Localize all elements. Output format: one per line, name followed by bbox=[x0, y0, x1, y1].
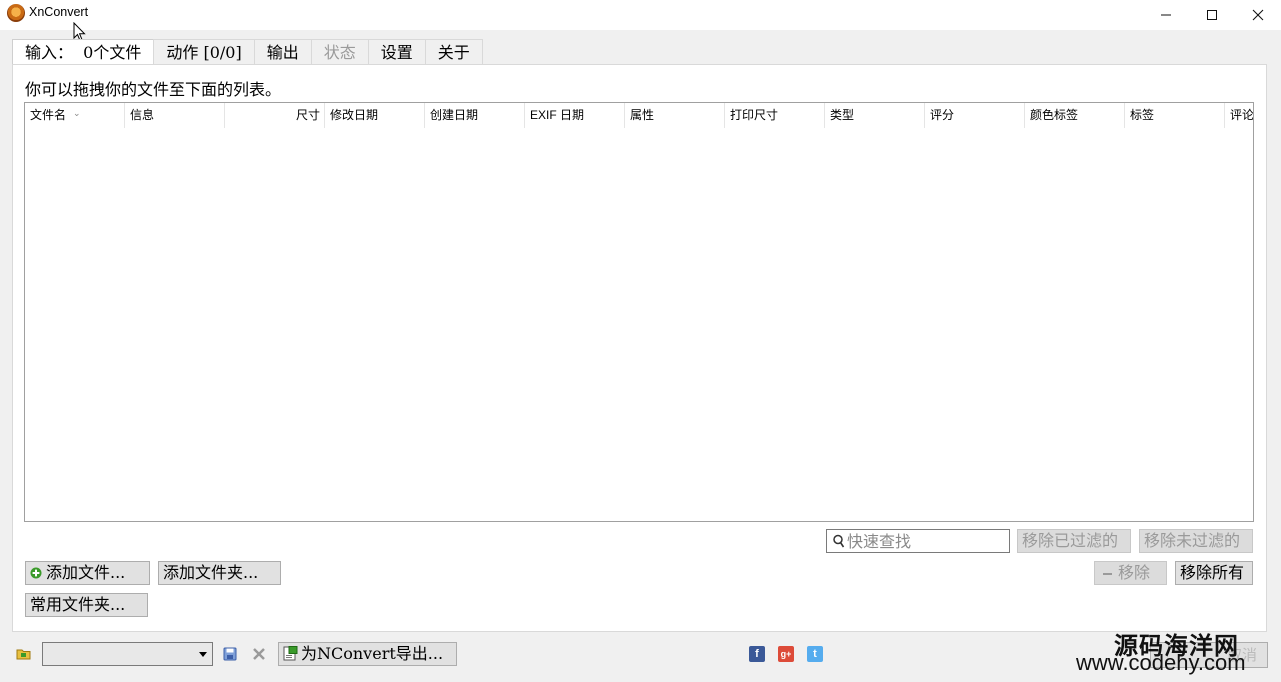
column-header-attributes[interactable]: 属性 bbox=[625, 103, 725, 128]
column-header-info[interactable]: 信息 bbox=[125, 103, 225, 128]
column-header-type[interactable]: 类型 bbox=[825, 103, 925, 128]
title-bar: XnConvert bbox=[0, 0, 1281, 30]
close-icon bbox=[1252, 9, 1264, 21]
export-script-icon bbox=[283, 646, 298, 661]
plus-icon bbox=[30, 567, 42, 579]
google-plus-icon[interactable]: g+ bbox=[778, 646, 794, 662]
column-label: 文件名 bbox=[30, 108, 67, 122]
facebook-icon[interactable]: f bbox=[749, 646, 765, 662]
add-files-label: 添加文件... bbox=[46, 563, 126, 582]
close-button[interactable] bbox=[1235, 0, 1281, 30]
column-header-size[interactable]: 尺寸 bbox=[225, 103, 325, 128]
quick-search-input[interactable] bbox=[847, 531, 1007, 551]
quick-search-field[interactable] bbox=[826, 529, 1010, 553]
tab-output[interactable]: 输出 bbox=[253, 39, 312, 65]
delete-icon[interactable] bbox=[251, 646, 267, 662]
window-title: XnConvert bbox=[29, 5, 89, 19]
remove-button[interactable]: 移除 bbox=[1094, 561, 1167, 585]
favorite-folders-button[interactable]: 常用文件夹... bbox=[25, 593, 148, 617]
column-header-modified-date[interactable]: 修改日期 bbox=[325, 103, 425, 128]
column-header-exif-date[interactable]: EXIF 日期 bbox=[525, 103, 625, 128]
xnconvert-logo-icon bbox=[7, 4, 25, 22]
minimize-icon bbox=[1161, 14, 1171, 16]
file-list[interactable]: 文件名 ⌄ 信息 尺寸 修改日期 创建日期 EXIF 日期 属性 打印尺寸 类型… bbox=[24, 102, 1254, 522]
preset-select[interactable] bbox=[42, 642, 213, 666]
tab-about[interactable]: 关于 bbox=[424, 39, 483, 65]
column-header-tags[interactable]: 标签 bbox=[1125, 103, 1225, 128]
search-icon bbox=[833, 534, 845, 548]
remove-filtered-button[interactable]: 移除已过滤的 bbox=[1017, 529, 1131, 553]
save-icon[interactable] bbox=[222, 646, 238, 662]
tab-actions[interactable]: 动作 [0/0] bbox=[153, 39, 255, 65]
export-nconvert-label: 为NConvert导出... bbox=[301, 644, 444, 663]
add-files-button[interactable]: 添加文件... bbox=[25, 561, 150, 585]
sort-indicator-icon: ⌄ bbox=[73, 108, 81, 118]
column-header-comment[interactable]: 评论 bbox=[1225, 103, 1253, 128]
file-list-header: 文件名 ⌄ 信息 尺寸 修改日期 创建日期 EXIF 日期 属性 打印尺寸 类型… bbox=[25, 103, 1253, 128]
open-folder-icon[interactable] bbox=[16, 646, 32, 662]
column-header-rating[interactable]: 评分 bbox=[925, 103, 1025, 128]
minimize-button[interactable] bbox=[1143, 0, 1189, 30]
remove-label: 移除 bbox=[1118, 563, 1151, 582]
column-header-created-date[interactable]: 创建日期 bbox=[425, 103, 525, 128]
main-tabs: 输入： 0个文件 动作 [0/0] 输出 状态 设置 关于 bbox=[12, 39, 483, 66]
maximize-button[interactable] bbox=[1189, 0, 1235, 30]
column-header-color-label[interactable]: 颜色标签 bbox=[1025, 103, 1125, 128]
column-header-print-size[interactable]: 打印尺寸 bbox=[725, 103, 825, 128]
tab-input[interactable]: 输入： 0个文件 bbox=[12, 39, 155, 66]
maximize-icon bbox=[1207, 10, 1217, 20]
minus-icon bbox=[1103, 572, 1112, 575]
drag-instructions: 你可以拖拽你的文件至下面的列表。 bbox=[25, 80, 282, 99]
tab-settings[interactable]: 设置 bbox=[367, 39, 426, 65]
add-folder-button[interactable]: 添加文件夹... bbox=[158, 561, 281, 585]
chevron-down-icon bbox=[199, 652, 207, 657]
remove-unfiltered-button[interactable]: 移除未过滤的 bbox=[1139, 529, 1253, 553]
tab-status[interactable]: 状态 bbox=[310, 39, 369, 65]
twitter-icon[interactable]: t bbox=[807, 646, 823, 662]
remove-all-button[interactable]: 移除所有 bbox=[1175, 561, 1253, 585]
export-nconvert-button[interactable]: 为NConvert导出... bbox=[278, 642, 457, 666]
column-header-filename[interactable]: 文件名 ⌄ bbox=[25, 103, 125, 128]
watermark-url: www.codehy.com bbox=[1076, 650, 1246, 675]
